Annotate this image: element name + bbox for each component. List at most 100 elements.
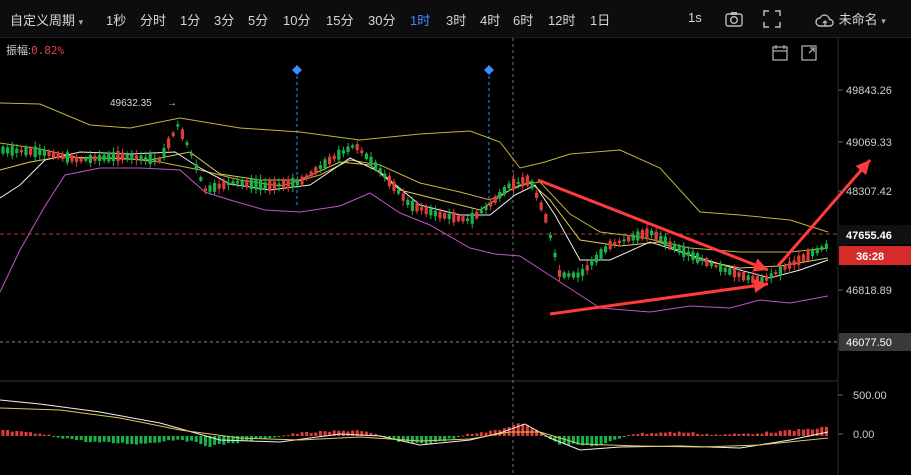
interval-tab-9[interactable]: 3时 — [446, 10, 466, 29]
candle-body — [530, 180, 534, 189]
macd-bar — [806, 428, 810, 436]
macd-bar — [415, 436, 419, 443]
macd-bar — [728, 434, 732, 436]
candle-body — [525, 175, 529, 186]
interval-tab-0[interactable]: 1秒 — [106, 10, 126, 29]
candle-body — [691, 251, 695, 261]
candle-body — [521, 177, 525, 187]
macd-bar — [148, 436, 152, 443]
macd-bar — [470, 433, 474, 436]
macd-bar — [213, 436, 217, 445]
candle-body — [162, 148, 166, 157]
interval-tab-10[interactable]: 4时 — [480, 10, 500, 29]
candle-body — [236, 181, 240, 184]
candle-body — [102, 154, 106, 161]
camera-icon[interactable] — [724, 9, 744, 29]
candle-body — [438, 211, 442, 219]
candle-body — [811, 250, 815, 257]
macd-bar — [176, 436, 180, 440]
candle-body — [29, 148, 33, 155]
candle-body — [364, 153, 368, 160]
candle-body — [167, 138, 171, 149]
candle-body — [291, 178, 295, 188]
cloud-icon — [815, 13, 834, 27]
macd-bar — [461, 435, 465, 437]
candle-body — [433, 210, 437, 217]
interval-tab-3[interactable]: 3分 — [214, 10, 234, 29]
candle-body — [489, 202, 493, 207]
kline-chart[interactable]: 49632.35 → 49843.26 49069.33 48307.42 46818.8… — [0, 38, 911, 475]
macd-bar — [337, 430, 341, 436]
candle-body — [617, 240, 621, 244]
cloud-save-button[interactable]: 未命名 ▾ — [815, 9, 886, 29]
candle-body — [631, 234, 635, 241]
macd-bar — [424, 436, 428, 445]
macd-bar — [742, 433, 746, 436]
price-tick-3: 46818.89 — [846, 285, 892, 297]
candle-body — [548, 235, 552, 239]
interval-tab-5[interactable]: 10分 — [283, 10, 310, 29]
arrow-up-shaft — [549, 282, 769, 316]
macd-bar — [102, 436, 106, 442]
fullscreen-icon[interactable] — [762, 9, 782, 29]
macd-bar — [636, 434, 640, 436]
toolbar: 自定义周期 ▾ 1秒 分时 1分 3分 5分 10分 15分 30分 1时 3时 4时 6时 12时 1日… — [0, 0, 911, 38]
macd-bar — [98, 436, 102, 443]
interval-tab-6[interactable]: 15分 — [326, 10, 353, 29]
macd-bar — [668, 431, 672, 436]
interval-tab-8[interactable]: 1时 — [410, 10, 430, 29]
candle-body — [121, 152, 125, 161]
macd-bar — [139, 436, 143, 444]
candle-body — [535, 192, 539, 198]
custom-period-dropdown[interactable]: 自定义周期 ▾ — [10, 10, 83, 29]
candle-body — [56, 153, 60, 159]
candle-body — [406, 199, 410, 205]
macd-bar — [346, 431, 350, 436]
candle-body — [567, 273, 571, 277]
candle-body — [714, 265, 718, 268]
candle-body — [346, 146, 350, 152]
candle-body — [42, 150, 46, 156]
macd-bar — [79, 436, 83, 440]
interval-tab-2[interactable]: 1分 — [180, 10, 200, 29]
candle-body — [369, 156, 373, 166]
candle-body — [387, 175, 391, 187]
macd-bar — [6, 430, 10, 436]
candle-body — [604, 246, 608, 253]
interval-tab-12[interactable]: 12时 — [548, 10, 575, 29]
candle-body — [461, 216, 465, 222]
macd-bar — [121, 436, 125, 443]
candle-body — [148, 154, 152, 164]
interval-tab-4[interactable]: 5分 — [248, 10, 268, 29]
macd-bar — [162, 436, 166, 442]
candle-body — [466, 218, 470, 221]
interval-tab-1[interactable]: 分时 — [140, 10, 166, 29]
refresh-interval-button[interactable]: 1s — [688, 10, 702, 25]
candle-body — [746, 275, 750, 281]
macd-bar — [663, 432, 667, 436]
candle-body — [139, 155, 143, 161]
candle-body — [769, 273, 773, 279]
candle-body — [194, 164, 198, 169]
macd-bar — [171, 436, 175, 441]
price-tick-0: 49843.26 — [846, 85, 892, 97]
candle-body — [553, 252, 557, 258]
interval-tab-13[interactable]: 1日 — [590, 10, 610, 29]
candle-body — [277, 183, 281, 187]
candle-body — [351, 145, 355, 148]
candle-body — [401, 193, 405, 201]
bollinger-lower-line — [0, 167, 829, 313]
interval-tab-7[interactable]: 30分 — [368, 10, 395, 29]
candle-body — [65, 152, 69, 163]
candle-body — [732, 268, 736, 278]
macd-bar — [774, 432, 778, 436]
candle-body — [498, 192, 502, 199]
candle-body — [199, 177, 203, 181]
candle-body — [585, 265, 589, 271]
candle-body — [484, 205, 488, 211]
interval-tab-11[interactable]: 6时 — [513, 10, 533, 29]
macd-bar — [291, 433, 295, 436]
event-marker-0 — [292, 65, 302, 75]
macd-bar — [65, 436, 69, 439]
macd-bar — [452, 436, 456, 439]
